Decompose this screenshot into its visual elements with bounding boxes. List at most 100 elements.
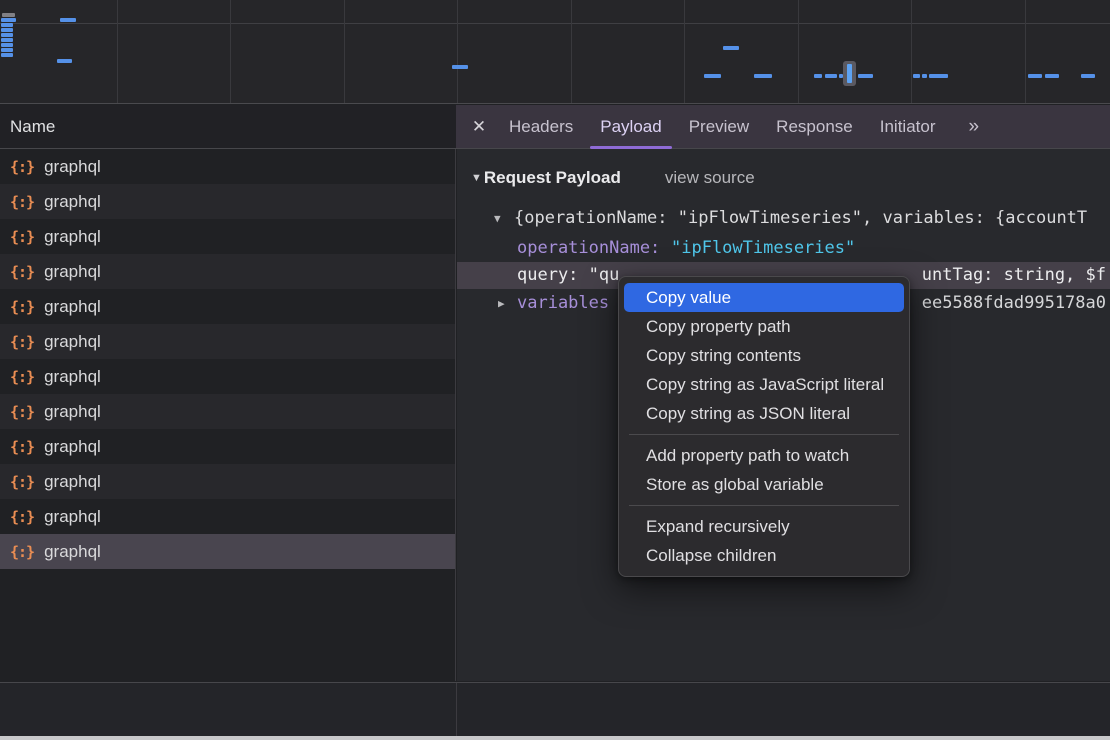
menu-separator [629, 434, 899, 435]
request-row[interactable]: {:} graphql [0, 324, 455, 359]
menu-item-collapse-children[interactable]: Collapse children [619, 541, 909, 570]
overview-gridline [1025, 0, 1026, 103]
collapse-arrow-icon[interactable]: ▶ [498, 290, 505, 317]
request-name: graphql [44, 472, 101, 492]
query-fragment-left: query: "qu [517, 262, 619, 289]
request-name: graphql [44, 332, 101, 352]
window-bottom-edge [0, 736, 1110, 740]
overview-gridline [684, 0, 685, 103]
request-row[interactable]: {:} graphql [0, 464, 455, 499]
json-icon: {:} [10, 158, 34, 176]
request-timing-bar [1, 48, 13, 52]
overview-selected-bar [847, 64, 852, 83]
request-name: graphql [44, 227, 101, 247]
request-name: graphql [44, 437, 101, 457]
operation-value: "ipFlowTimeseries" [671, 235, 855, 262]
more-tabs-icon[interactable]: » [968, 116, 977, 138]
request-timing-bar [1, 53, 13, 57]
overview-gridline [457, 0, 458, 103]
request-timing-bar [913, 74, 920, 78]
name-column-header[interactable]: Name [0, 105, 456, 149]
request-row[interactable]: {:} graphql [0, 184, 455, 219]
request-row[interactable]: {:} graphql [0, 149, 455, 184]
query-fragment-right: untTag: string, $f [922, 262, 1106, 289]
context-menu: Copy value Copy property path Copy strin… [618, 276, 910, 577]
menu-separator [629, 505, 899, 506]
request-timing-bar [922, 74, 927, 78]
menu-item-add-property-path-to-watch[interactable]: Add property path to watch [619, 441, 909, 470]
request-row[interactable]: {:} graphql [0, 219, 455, 254]
request-row[interactable]: {:}graphql [0, 394, 455, 429]
menu-item-copy-string-js-literal[interactable]: Copy string as JavaScript literal [619, 370, 909, 399]
request-timing-bar [1028, 74, 1042, 78]
overview-gridline [344, 0, 345, 103]
menu-item-copy-value[interactable]: Copy value [624, 283, 904, 312]
request-timing-bar [1, 23, 13, 27]
json-icon: {:} [10, 508, 34, 526]
request-timing-bar [1, 28, 13, 32]
summary-bar [0, 682, 1110, 736]
network-overview-timeline[interactable] [0, 0, 1110, 104]
request-timing-bar [1, 33, 13, 37]
json-icon: {:} [10, 473, 34, 491]
menu-item-copy-string-contents[interactable]: Copy string contents [619, 341, 909, 370]
overview-gridline [230, 0, 231, 103]
overview-gridline [911, 0, 912, 103]
overview-selected-request-marker[interactable] [843, 61, 856, 86]
request-timing-bar [452, 65, 468, 69]
tab-payload-label: Payload [600, 117, 661, 136]
overview-gridline [571, 0, 572, 103]
menu-item-copy-string-json-literal[interactable]: Copy string as JSON literal [619, 399, 909, 428]
request-name: graphql [44, 192, 101, 212]
expand-arrow-icon[interactable]: ▼ [494, 205, 501, 232]
close-icon[interactable]: ✕ [470, 117, 488, 137]
payload-operation-row[interactable]: operationName: "ipFlowTimeseries" [457, 235, 1110, 262]
request-row[interactable]: {:}graphql [0, 289, 455, 324]
menu-item-store-as-global-variable[interactable]: Store as global variable [619, 470, 909, 499]
section-title: Request Payload [484, 168, 621, 188]
overview-gridline [798, 0, 799, 103]
request-row[interactable]: {:}graphql [0, 499, 455, 534]
request-payload-section-header[interactable]: ▼ Request Payload view source [471, 165, 755, 191]
request-timing-bar [754, 74, 772, 78]
request-row[interactable]: {:} graphql [0, 429, 455, 464]
request-name: graphql [44, 542, 101, 562]
request-timing-bar [704, 74, 721, 78]
request-timing-bar [825, 74, 837, 78]
request-timing-bar [1045, 74, 1059, 78]
operation-key: operationName: [517, 235, 660, 262]
json-icon: {:} [10, 333, 34, 351]
request-row[interactable]: {:}graphql [0, 359, 455, 394]
tab-headers[interactable]: Headers [509, 105, 573, 149]
request-timing-bar [814, 74, 822, 78]
overview-gridline-horizontal [0, 23, 1110, 24]
variables-key: variables [517, 290, 609, 317]
section-collapse-icon[interactable]: ▼ [471, 172, 482, 184]
tab-preview[interactable]: Preview [689, 105, 749, 149]
tab-initiator[interactable]: Initiator [880, 105, 936, 149]
tab-response[interactable]: Response [776, 105, 853, 149]
request-list: {:} graphql {:} graphql {:} graphql {:} grap… [0, 149, 456, 681]
request-timing-bar [723, 46, 739, 50]
overview-gridline [117, 0, 118, 103]
json-icon: {:} [10, 193, 34, 211]
json-icon: {:} [10, 438, 34, 456]
json-icon: {:} [10, 368, 34, 386]
request-timing-bar [57, 59, 72, 63]
json-icon: {:} [10, 228, 34, 246]
request-name: graphql [44, 157, 101, 177]
menu-item-expand-recursively[interactable]: Expand recursively [619, 512, 909, 541]
menu-item-copy-property-path[interactable]: Copy property path [619, 312, 909, 341]
inspector-tabbar: ✕ Headers Payload Preview Response Initi… [456, 105, 1110, 149]
request-timing-bar [1, 38, 13, 42]
variables-fragment-right: ee5588fdad995178a0 [922, 290, 1106, 317]
tab-payload[interactable]: Payload [600, 105, 661, 149]
panel-divider [456, 683, 457, 736]
request-row[interactable]: {:}graphql [0, 254, 455, 289]
view-source-link[interactable]: view source [665, 168, 755, 188]
json-icon: {:} [10, 543, 34, 561]
payload-root-row[interactable]: ▼ {operationName: "ipFlowTimeseries", va… [457, 205, 1110, 232]
request-timing-bar [839, 74, 843, 78]
devtools-network-panel: Name ✕ Headers Payload Preview Response … [0, 0, 1110, 740]
request-row-selected[interactable]: {:} graphql [0, 534, 455, 569]
